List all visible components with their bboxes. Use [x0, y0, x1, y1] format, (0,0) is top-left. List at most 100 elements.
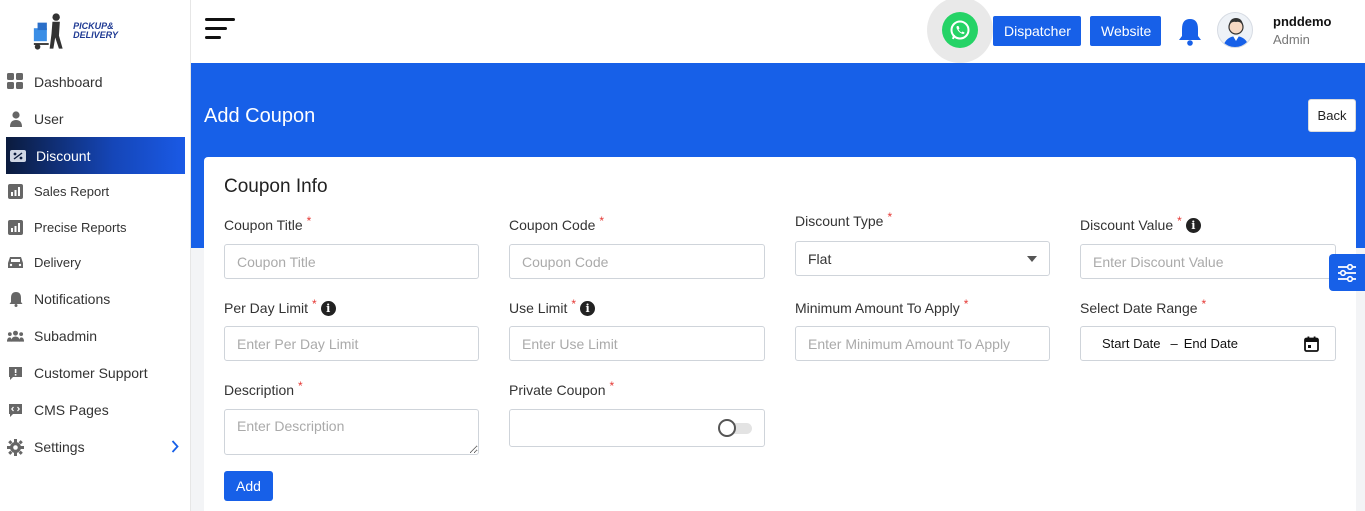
- end-date[interactable]: End Date: [1184, 336, 1238, 351]
- date-range-label: Select Date Range *: [1080, 297, 1207, 316]
- label-text: Private Coupon: [509, 382, 606, 398]
- user-icon: [7, 110, 24, 127]
- sidebar: PICKUP& DELIVERY Dashboard User Discount …: [0, 0, 191, 511]
- label-text: Discount Value: [1080, 217, 1174, 233]
- sidebar-item-label: Delivery: [34, 255, 81, 271]
- code-chat-icon: [7, 402, 24, 419]
- sidebar-item-discount[interactable]: Discount: [6, 137, 185, 174]
- label-text: Select Date Range: [1080, 300, 1198, 316]
- whatsapp-icon: [942, 12, 978, 48]
- grid-icon: [7, 73, 24, 90]
- website-button[interactable]: Website: [1090, 16, 1161, 46]
- sliders-icon[interactable]: [1329, 254, 1365, 291]
- sidebar-item-settings[interactable]: Settings: [0, 429, 191, 466]
- sidebar-item-label: Notifications: [34, 291, 111, 307]
- description-textarea[interactable]: [224, 409, 479, 455]
- coupon-code-input[interactable]: [509, 244, 765, 279]
- discount-type-label: Discount Type *: [795, 210, 893, 229]
- sidebar-item-label: Subadmin: [34, 328, 98, 344]
- sidebar-item-user[interactable]: User: [0, 100, 191, 137]
- top-header: Dispatcher Website pnddemo Admin: [191, 0, 1365, 63]
- required-mark: *: [963, 297, 969, 311]
- sidebar-item-delivery[interactable]: Delivery: [0, 245, 191, 281]
- private-coupon-field: [509, 409, 765, 447]
- use-limit-input[interactable]: [509, 326, 765, 361]
- add-button[interactable]: Add: [224, 471, 273, 501]
- toggle-knob: [718, 419, 736, 437]
- page-title: Add Coupon: [204, 105, 316, 127]
- dispatcher-button[interactable]: Dispatcher: [993, 16, 1081, 46]
- info-icon[interactable]: i: [320, 300, 336, 316]
- bell-icon: [7, 291, 24, 308]
- required-mark: *: [571, 297, 577, 311]
- chart-icon: [7, 183, 24, 200]
- date-range-picker[interactable]: Start Date – End Date: [1080, 326, 1336, 361]
- required-mark: *: [599, 214, 605, 228]
- discount-value-input[interactable]: [1080, 244, 1336, 279]
- sidebar-item-label: Customer Support: [34, 365, 148, 381]
- section-title: Coupon Info: [224, 176, 328, 197]
- caret-down-icon: [1027, 255, 1037, 262]
- label-text: Coupon Code: [509, 217, 596, 233]
- info-icon[interactable]: i: [1185, 217, 1201, 233]
- sidebar-item-subadmin[interactable]: Subadmin: [0, 318, 191, 355]
- label-text: Minimum Amount To Apply: [795, 300, 960, 316]
- users-icon: [7, 328, 24, 345]
- sidebar-item-label: Sales Report: [34, 184, 110, 200]
- car-icon: [7, 254, 24, 271]
- avatar[interactable]: [1217, 12, 1253, 48]
- brand-logo[interactable]: PICKUP& DELIVERY: [32, 8, 118, 53]
- label-text: Per Day Limit: [224, 300, 309, 316]
- coupon-title-label: Coupon Title *: [224, 214, 312, 233]
- menu-toggle-icon[interactable]: [205, 18, 235, 42]
- delivery-person-icon: [33, 12, 63, 50]
- required-mark: *: [298, 379, 303, 393]
- discount-value-label: Discount Value * i: [1080, 214, 1201, 233]
- gear-icon: [7, 438, 24, 456]
- label-text: Use Limit: [509, 300, 568, 316]
- selected-value: Flat: [808, 250, 832, 267]
- sidebar-item-label: Settings: [34, 439, 85, 455]
- chart-icon: [7, 219, 24, 236]
- per-day-limit-label: Per Day Limit * i: [224, 297, 336, 316]
- required-mark: *: [609, 379, 615, 393]
- sidebar-item-customer-support[interactable]: Customer Support: [0, 355, 191, 392]
- info-icon[interactable]: i: [580, 300, 596, 316]
- label-text: Description: [224, 382, 295, 398]
- sidebar-item-notifications[interactable]: Notifications: [0, 281, 191, 318]
- private-coupon-toggle[interactable]: [718, 419, 754, 437]
- sidebar-item-cms-pages[interactable]: CMS Pages: [0, 392, 191, 429]
- description-label: Description *: [224, 379, 303, 398]
- sidebar-item-label: Precise Reports: [34, 219, 127, 235]
- discount-type-select[interactable]: Flat: [795, 241, 1050, 276]
- sidebar-nav: Dashboard User Discount Sales Report Pre…: [0, 63, 191, 466]
- required-mark: *: [306, 214, 312, 228]
- per-day-limit-input[interactable]: [224, 326, 479, 361]
- back-button[interactable]: Back: [1308, 99, 1356, 132]
- sidebar-item-label: User: [34, 110, 64, 127]
- chevron-right-icon[interactable]: [171, 439, 179, 456]
- required-mark: *: [1177, 214, 1182, 228]
- required-mark: *: [1201, 297, 1207, 311]
- chat-icon: [7, 365, 24, 382]
- start-date[interactable]: Start Date: [1102, 336, 1161, 351]
- calendar-icon[interactable]: [1304, 336, 1319, 355]
- use-limit-label: Use Limit * i: [509, 297, 596, 316]
- sidebar-item-precise-reports[interactable]: Precise Reports: [0, 210, 191, 246]
- coupon-title-input[interactable]: [224, 244, 479, 279]
- whatsapp-button[interactable]: [927, 0, 993, 63]
- min-amount-label: Minimum Amount To Apply *: [795, 297, 969, 316]
- discount-icon: [9, 147, 26, 164]
- date-separator: –: [1170, 336, 1178, 351]
- user-name: pnddemo: [1273, 14, 1332, 29]
- logo-line-2: DELIVERY: [73, 29, 118, 40]
- sidebar-item-sales-report[interactable]: Sales Report: [0, 174, 191, 210]
- sidebar-item-dashboard[interactable]: Dashboard: [0, 63, 191, 100]
- sidebar-item-label: Dashboard: [34, 73, 103, 90]
- min-amount-input[interactable]: [795, 326, 1050, 361]
- sidebar-item-label: CMS Pages: [34, 402, 109, 418]
- notification-bell-icon[interactable]: [1177, 17, 1203, 51]
- user-role: Admin: [1273, 32, 1310, 47]
- private-coupon-label: Private Coupon *: [509, 379, 615, 398]
- required-mark: *: [887, 210, 893, 224]
